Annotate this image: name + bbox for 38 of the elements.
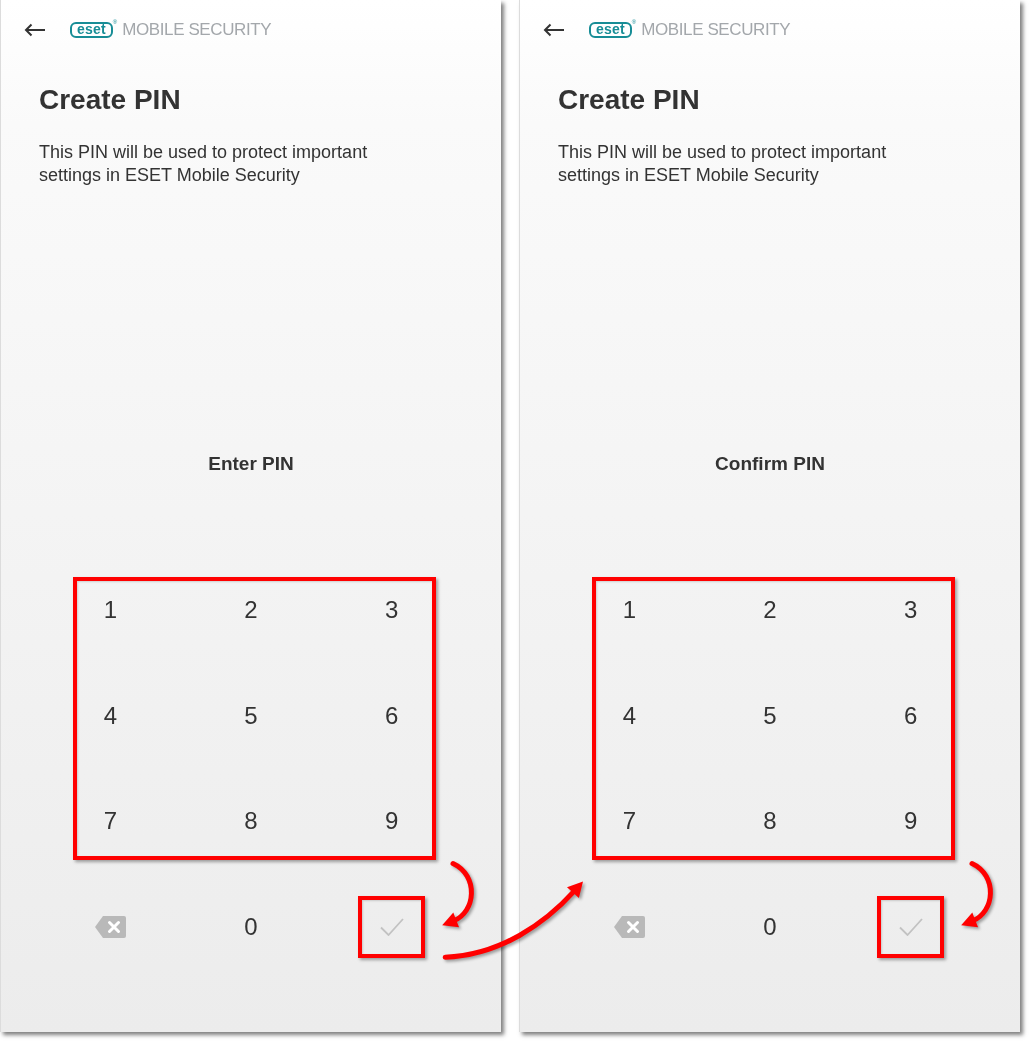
digit-key[interactable]: 3 (896, 594, 926, 628)
page-title: Create PIN (558, 84, 701, 116)
digit-key[interactable]: 4 (95, 699, 125, 733)
digit-key[interactable]: 4 (614, 699, 644, 733)
eset-logo: eset (70, 22, 113, 38)
digit-key[interactable]: 1 (614, 594, 644, 628)
back-button[interactable] (543, 23, 565, 37)
digit-key[interactable]: 9 (896, 805, 926, 839)
digit-key[interactable]: 5 (755, 699, 785, 733)
digit-key[interactable]: 7 (95, 805, 125, 839)
product-name: MOBILE SECURITY (122, 19, 272, 42)
digit-key[interactable]: 1 (95, 594, 125, 628)
page-title: Create PIN (39, 84, 182, 116)
check-icon (898, 918, 923, 937)
digit-key[interactable]: 3 (377, 594, 407, 628)
digit-key[interactable]: 0 (755, 910, 785, 944)
description-text: This PIN will be used to protect important settings in ESET Mobile Security (39, 141, 369, 187)
digit-key[interactable]: 0 (236, 910, 266, 944)
digit-key[interactable]: 5 (236, 699, 266, 733)
product-name: MOBILE SECURITY (641, 19, 791, 42)
pin-prompt: Enter PIN (207, 452, 295, 476)
back-arrow-icon (24, 23, 46, 37)
digit-key[interactable]: 8 (236, 805, 266, 839)
pin-prompt: Confirm PIN (714, 452, 826, 476)
check-icon (379, 918, 404, 937)
back-arrow-icon (543, 23, 565, 37)
backspace-icon (94, 916, 126, 939)
digit-key[interactable]: 6 (896, 699, 926, 733)
backspace-icon (613, 916, 645, 939)
digit-key[interactable]: 7 (614, 805, 644, 839)
digit-key[interactable]: 8 (755, 805, 785, 839)
digit-key[interactable]: 2 (236, 594, 266, 628)
description-text: This PIN will be used to protect important settings in ESET Mobile Security (558, 141, 888, 187)
digit-key[interactable]: 6 (377, 699, 407, 733)
digit-key[interactable]: 9 (377, 805, 407, 839)
digit-key[interactable]: 2 (755, 594, 785, 628)
back-button[interactable] (24, 23, 46, 37)
eset-logo: eset (589, 22, 632, 38)
